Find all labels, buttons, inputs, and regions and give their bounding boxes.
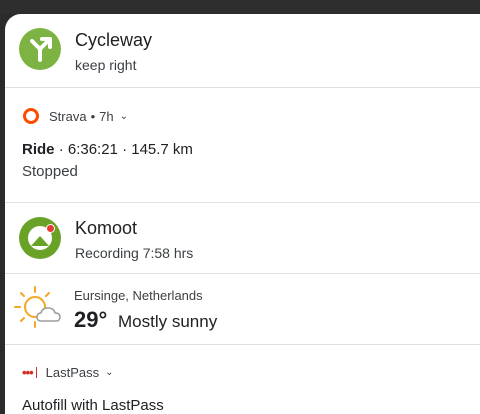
status-bar-strip: [0, 0, 480, 14]
partly-sunny-icon: [14, 286, 61, 328]
weather-location: Eursinge, Netherlands: [74, 288, 203, 303]
komoot-app-icon: [19, 217, 61, 259]
komoot-subtitle: Recording 7:58 hrs: [75, 245, 194, 261]
strava-header[interactable]: Strava • 7h ⌄: [23, 108, 128, 124]
fork-right-arrow-icon: [30, 37, 52, 62]
strava-app-icon: [23, 108, 39, 124]
expand-chevron-icon[interactable]: ⌄: [105, 367, 113, 378]
lastpass-header[interactable]: ••• LastPass ⌄: [22, 365, 114, 380]
komoot-title: Komoot: [75, 218, 138, 238]
cycleway-subtitle: keep right: [75, 57, 137, 73]
recording-dot: [46, 224, 55, 233]
strava-time: 7h: [99, 108, 114, 124]
strava-activity-line: Ride · 6:36:21 · 145.7 km: [22, 141, 193, 158]
cycleway-title: Cycleway: [75, 30, 153, 50]
notification-shade: Cycleway keep right Strava • 7h ⌄ Ride ·…: [5, 14, 480, 414]
weather-temp: 29°: [74, 307, 108, 332]
header-separator: •: [90, 108, 96, 124]
lastpass-app-icon: •••: [22, 365, 34, 380]
strava-status: Stopped: [22, 163, 78, 180]
lastpass-cursor-bar: [35, 367, 37, 378]
cycleway-app-icon: [19, 28, 61, 70]
expand-chevron-icon[interactable]: ⌄: [120, 111, 128, 122]
strava-activity-type: Ride: [22, 141, 55, 158]
strava-notification[interactable]: Strava • 7h ⌄ Ride · 6:36:21 · 145.7 km …: [5, 88, 480, 203]
weather-notification[interactable]: Eursinge, Netherlands 29° Mostly sunny: [5, 274, 480, 345]
lastpass-body: Autofill with LastPass: [22, 397, 164, 414]
strava-app-name: Strava: [49, 108, 87, 124]
lastpass-notification[interactable]: ••• LastPass ⌄ Autofill with LastPass: [5, 345, 480, 414]
komoot-notification[interactable]: Komoot Recording 7:58 hrs: [5, 203, 480, 274]
lastpass-app-name: LastPass: [45, 365, 100, 380]
weather-condition: Mostly sunny: [118, 312, 218, 331]
strava-activity-stats: · 6:36:21 · 145.7 km: [58, 141, 193, 158]
cycleway-notification[interactable]: Cycleway keep right: [5, 14, 480, 88]
